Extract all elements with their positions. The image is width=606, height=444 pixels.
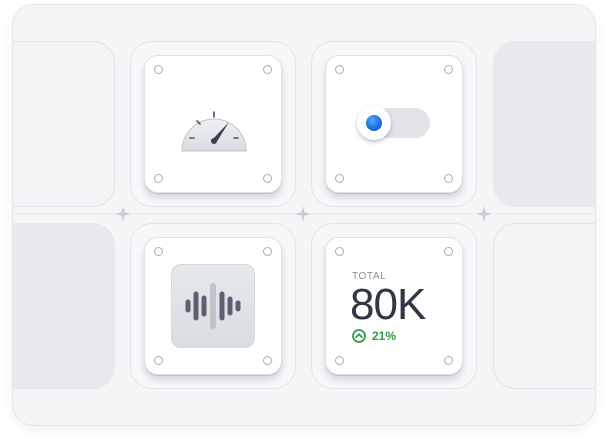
audio-pad bbox=[171, 264, 255, 348]
screw-icon bbox=[154, 65, 163, 74]
arrow-up-circle-icon bbox=[352, 329, 366, 343]
toggle-knob[interactable] bbox=[357, 106, 391, 140]
empty-slot[interactable] bbox=[13, 41, 115, 207]
slot-audio bbox=[130, 223, 296, 389]
sparkle-icon bbox=[476, 206, 492, 222]
screw-icon bbox=[444, 65, 453, 74]
screw-icon bbox=[154, 247, 163, 256]
empty-slot[interactable] bbox=[13, 223, 115, 389]
screw-icon bbox=[444, 174, 453, 183]
sparkle-icon bbox=[115, 206, 131, 222]
screw-icon bbox=[263, 247, 272, 256]
slot-stat: TOTAL 80K 21% bbox=[311, 223, 477, 389]
screw-icon bbox=[263, 356, 272, 365]
gauge-key[interactable] bbox=[144, 55, 282, 193]
sparkle-icon bbox=[295, 206, 311, 222]
empty-slot[interactable] bbox=[493, 41, 595, 207]
toggle-indicator-dot bbox=[366, 115, 382, 131]
stat-change-value: 21% bbox=[372, 329, 397, 343]
slot-gauge bbox=[130, 41, 296, 207]
screw-icon bbox=[335, 247, 344, 256]
screw-icon bbox=[263, 65, 272, 74]
screw-icon bbox=[444, 356, 453, 365]
gauge-icon bbox=[181, 111, 247, 152]
slot-toggle bbox=[311, 41, 477, 207]
audio-key[interactable] bbox=[144, 237, 282, 375]
stat-value: 80K bbox=[350, 280, 426, 329]
screw-icon bbox=[335, 356, 344, 365]
stat-key[interactable]: TOTAL 80K 21% bbox=[325, 237, 463, 375]
key-grid-board: TOTAL 80K 21% bbox=[12, 4, 596, 426]
toggle-key[interactable] bbox=[325, 55, 463, 193]
audio-waveform-icon bbox=[185, 283, 241, 329]
screw-icon bbox=[154, 356, 163, 365]
screw-icon bbox=[335, 174, 344, 183]
screw-icon bbox=[335, 65, 344, 74]
screw-icon bbox=[263, 174, 272, 183]
screw-icon bbox=[444, 247, 453, 256]
stat-change: 21% bbox=[352, 328, 396, 344]
empty-slot[interactable] bbox=[493, 223, 595, 389]
screw-icon bbox=[154, 174, 163, 183]
